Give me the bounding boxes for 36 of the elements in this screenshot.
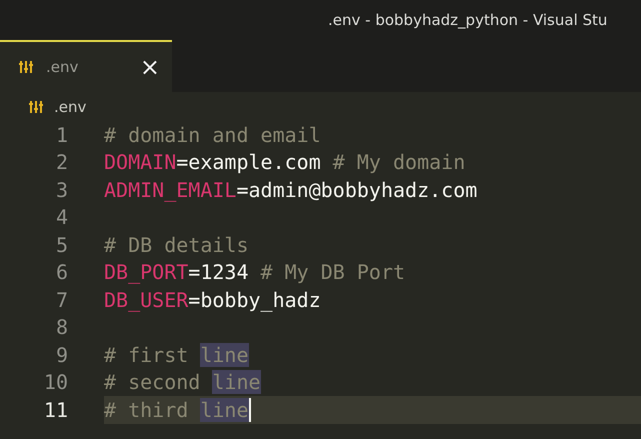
close-icon[interactable]: ×	[140, 55, 160, 79]
code-token: # My domain	[332, 150, 466, 174]
line-number: 2	[54, 150, 68, 174]
line-number: 4	[54, 205, 68, 230]
code-token: # domain and email	[104, 122, 321, 147]
code-token: ADMIN_EMAIL	[104, 178, 236, 202]
line-number: 5	[54, 232, 68, 257]
code-token: =admin@bobbyhadz.com	[236, 178, 478, 202]
code-token: # My DB Port	[260, 260, 406, 284]
sliders-icon	[18, 60, 34, 74]
line-number: 8	[54, 315, 68, 340]
code-token: DB_PORT	[104, 260, 188, 284]
text-cursor	[248, 398, 250, 422]
line-number: 6	[54, 260, 68, 284]
code-token: line	[200, 398, 248, 422]
code-token: # second	[104, 370, 202, 394]
code-token: # first	[104, 342, 190, 367]
code-token: DB_USER	[104, 288, 188, 312]
code-token: line	[200, 342, 248, 367]
code-token: =1234	[188, 260, 250, 284]
sliders-icon	[28, 100, 44, 114]
line-number: 3	[54, 178, 68, 202]
window-title: .env - bobbyhadz_python - Visual Stu	[328, 11, 608, 29]
code-token: # DB details	[104, 232, 248, 257]
code-token: =bobby_hadz	[188, 288, 321, 312]
breadcrumb-item[interactable]: .env	[54, 98, 86, 116]
code-token: line	[212, 370, 261, 394]
line-number: 11	[42, 398, 68, 422]
code-token: DOMAIN	[104, 150, 176, 174]
line-number: 10	[42, 370, 68, 394]
line-number: 9	[54, 342, 68, 367]
line-number: 1	[54, 122, 68, 147]
code-token: =example.com	[176, 150, 322, 174]
line-number: 7	[54, 288, 68, 312]
editor-tab[interactable]: .env ×	[0, 40, 172, 92]
code-token: # third	[104, 398, 190, 422]
